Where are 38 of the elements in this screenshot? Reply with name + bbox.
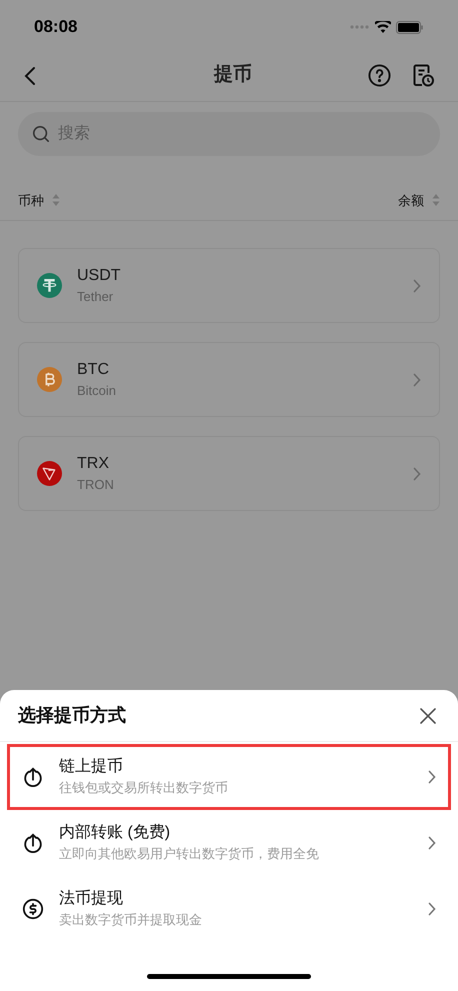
option-subtitle: 立即向其他欧易用户转出数字货币，费用全免: [59, 845, 320, 863]
status-time: 08:08: [34, 16, 78, 38]
coin-card[interactable]: USDT Tether: [18, 248, 440, 323]
help-icon[interactable]: [368, 64, 391, 87]
coin-card[interactable]: TRX TRON: [18, 436, 440, 511]
sheet-title: 选择提币方式: [18, 704, 126, 727]
balance-column-header: 余额: [398, 192, 424, 210]
coin-name: TRON: [77, 476, 115, 494]
chevron-icon: [428, 836, 436, 850]
withdraw-option[interactable]: 链上提币 往钱包或交易所转出数字货币: [7, 744, 451, 810]
option-title: 内部转账 (免费): [59, 822, 172, 843]
upload-icon: [22, 766, 44, 788]
withdraw-option[interactable]: 内部转账 (免费) 立即向其他欧易用户转出数字货币，费用全免: [7, 810, 451, 876]
battery-icon: [396, 20, 424, 34]
coin-symbol: TRX: [77, 454, 110, 474]
page-title: 提币: [214, 62, 252, 88]
chevron-icon: [413, 372, 421, 386]
chevron-icon: [413, 466, 421, 480]
option-title: 链上提币: [59, 756, 124, 777]
upload-icon: [22, 832, 44, 854]
option-subtitle: 卖出数字货币并提取现金: [59, 911, 203, 929]
option-subtitle: 往钱包或交易所转出数字货币: [59, 779, 229, 797]
currency-column-header: 币种: [18, 192, 44, 210]
wifi-icon: [375, 21, 391, 33]
coin-name: Bitcoin: [77, 382, 118, 400]
back-icon[interactable]: [24, 66, 36, 86]
chevron-icon: [428, 902, 436, 916]
withdraw-option[interactable]: 法币提现 卖出数字货币并提取现金: [7, 876, 451, 942]
coin-card[interactable]: BTC Bitcoin: [18, 342, 440, 417]
coin-symbol: BTC: [77, 360, 110, 380]
chevron-icon: [413, 278, 421, 292]
history-icon[interactable]: [413, 64, 434, 87]
dollar-icon: [22, 898, 44, 920]
coin-name: Tether: [77, 288, 114, 306]
search-icon: [32, 125, 50, 143]
option-title: 法币提现: [59, 888, 124, 909]
chevron-icon: [428, 770, 436, 784]
coin-symbol: USDT: [77, 266, 122, 286]
